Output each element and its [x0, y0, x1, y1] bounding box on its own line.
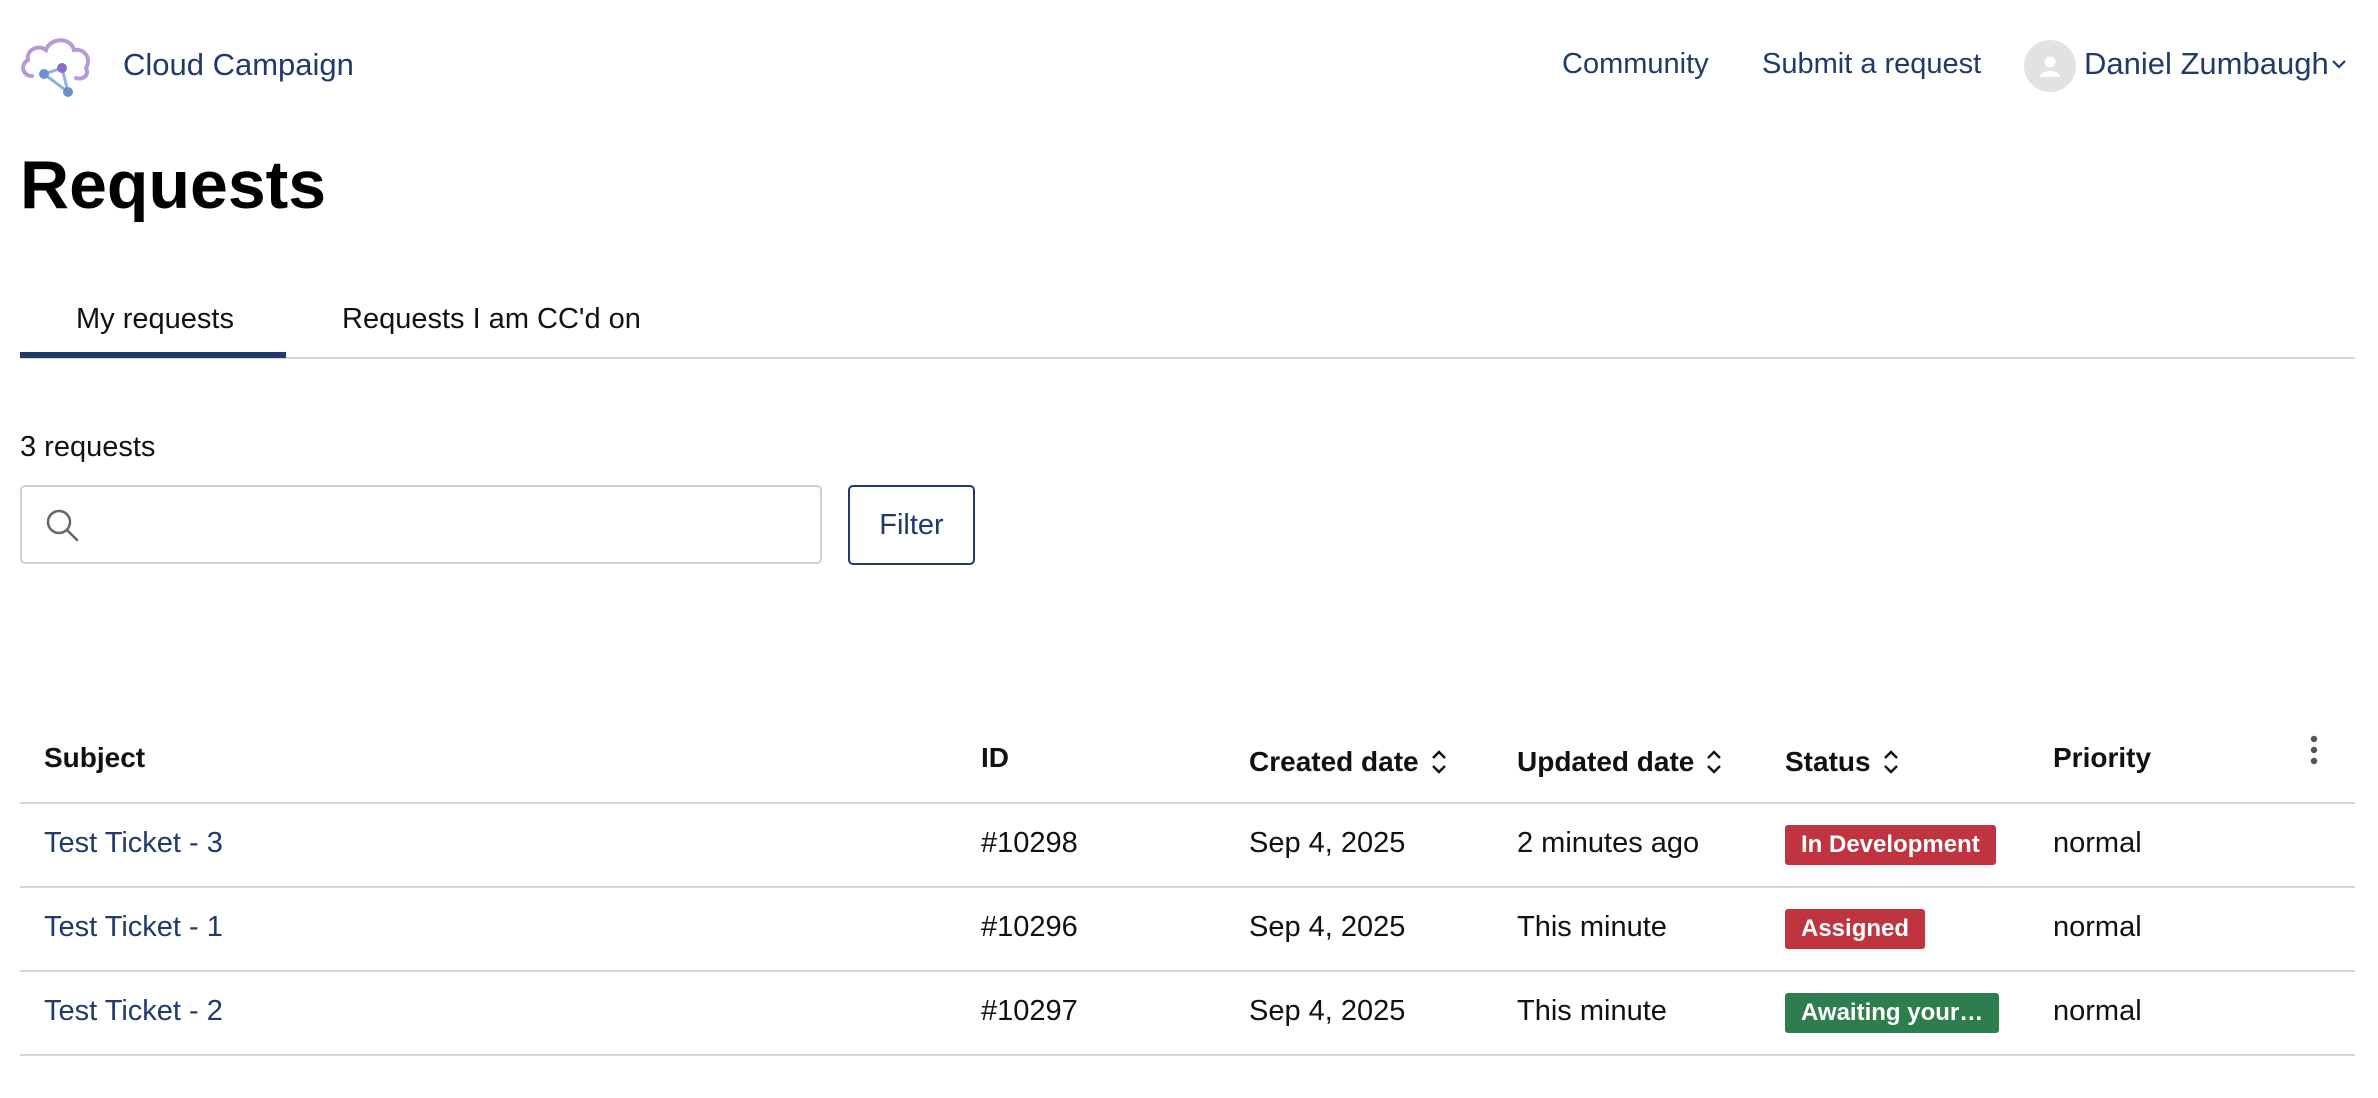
page-title: Requests	[20, 147, 327, 223]
row-divider	[20, 1054, 2355, 1056]
cloud-campaign-logo-icon[interactable]	[18, 32, 96, 98]
user-silhouette-icon	[2040, 56, 2060, 77]
column-header-created[interactable]: Created date	[1249, 746, 1449, 778]
column-options-kebab-icon[interactable]	[2302, 732, 2326, 768]
ticket-updated-date: This minute	[1517, 911, 1667, 943]
row-divider	[20, 886, 2355, 888]
ticket-id: #10297	[981, 995, 1078, 1027]
nav-link-submit-request[interactable]: Submit a request	[1762, 48, 1981, 81]
column-header-label: Priority	[2053, 742, 2152, 773]
tabs-divider	[20, 357, 2355, 359]
ticket-subject-link[interactable]: Test Ticket - 2	[44, 995, 223, 1028]
chevron-down-icon[interactable]	[2330, 58, 2348, 70]
status-badge: In Development	[1785, 825, 1996, 865]
active-tab-indicator	[20, 352, 286, 358]
user-menu-name[interactable]: Daniel Zumbaugh	[2084, 46, 2329, 82]
user-avatar[interactable]	[2024, 40, 2076, 92]
column-header-priority: Priority	[2053, 742, 2151, 774]
ticket-created-date: Sep 4, 2025	[1249, 827, 1406, 859]
column-header-status[interactable]: Status	[1785, 746, 1901, 778]
table-header-divider	[20, 802, 2355, 804]
search-input[interactable]	[96, 496, 810, 554]
tab-my-requests[interactable]: My requests	[76, 303, 234, 336]
ticket-priority: normal	[2053, 911, 2142, 943]
column-header-subject: Subject	[44, 742, 145, 774]
ticket-updated-date: 2 minutes ago	[1517, 827, 1700, 859]
column-header-label: Subject	[44, 742, 146, 773]
column-header-label: Status	[1785, 746, 1871, 777]
column-header-label: ID	[981, 742, 1009, 773]
nav-link-community[interactable]: Community	[1562, 48, 1709, 81]
request-count: 3 requests	[20, 431, 156, 463]
ticket-subject-link[interactable]: Test Ticket - 3	[44, 827, 223, 860]
ticket-priority: normal	[2053, 827, 2142, 859]
sort-icon	[1707, 750, 1722, 774]
row-divider	[20, 970, 2355, 972]
ticket-subject-link[interactable]: Test Ticket - 1	[44, 911, 223, 944]
ticket-id: #10296	[981, 911, 1078, 943]
sort-icon	[1431, 750, 1446, 774]
column-header-label: Updated date	[1517, 746, 1695, 777]
ticket-updated-date: This minute	[1517, 995, 1667, 1027]
filter-button[interactable]: Filter	[848, 485, 975, 565]
column-header-label: Created date	[1249, 746, 1419, 777]
ticket-created-date: Sep 4, 2025	[1249, 995, 1406, 1027]
status-badge: Assigned	[1785, 909, 1926, 949]
column-header-id: ID	[981, 742, 1009, 774]
sort-icon	[1883, 750, 1898, 774]
tab-cc-requests[interactable]: Requests I am CC'd on	[342, 303, 641, 336]
ticket-created-date: Sep 4, 2025	[1249, 911, 1406, 943]
ticket-id: #10298	[981, 827, 1078, 859]
ticket-priority: normal	[2053, 995, 2142, 1027]
column-header-updated[interactable]: Updated date	[1517, 746, 1724, 778]
brand-name[interactable]: Cloud Campaign	[123, 47, 354, 83]
status-badge: Awaiting your…	[1785, 993, 2000, 1033]
search-icon	[46, 509, 79, 542]
